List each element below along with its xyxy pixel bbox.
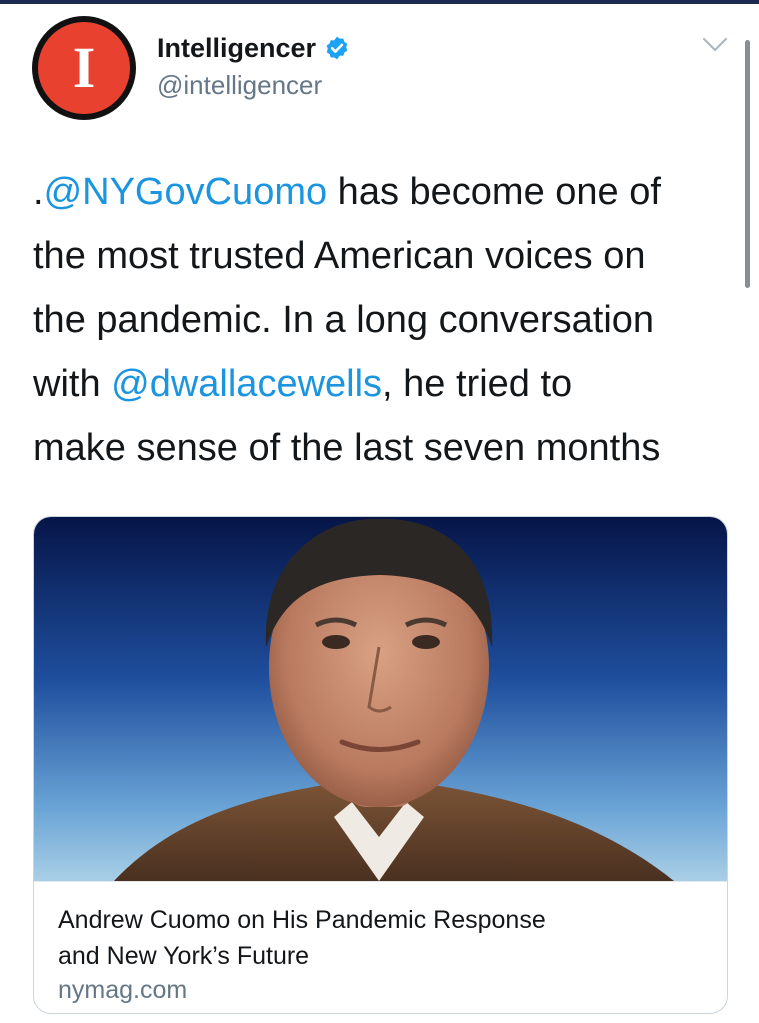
card-body[interactable]: Andrew Cuomo on His Pandemic Response an…: [34, 881, 727, 1013]
link-card[interactable]: Andrew Cuomo on His Pandemic Response an…: [33, 516, 728, 1014]
tweet-text: .@NYGovCuomo has become one of the most t…: [33, 160, 743, 480]
chevron-down-icon[interactable]: [702, 36, 728, 54]
avatar[interactable]: I: [32, 16, 136, 120]
verified-badge-icon: [326, 36, 348, 60]
card-title[interactable]: Andrew Cuomo on His Pandemic Response an…: [58, 902, 698, 974]
card-domain: nymag.com: [58, 976, 188, 1004]
card-image[interactable]: [34, 517, 727, 881]
card-title-line-1: Andrew Cuomo on His Pandemic Response: [58, 906, 546, 934]
tweet-line: make sense of the last seven months: [33, 416, 743, 480]
tweet-text-segment: , he tried to: [382, 363, 573, 405]
author-name-row[interactable]: Intelligencer: [157, 30, 350, 66]
portrait-image: [34, 517, 727, 881]
tweet-text-segment: has become one of: [327, 171, 661, 213]
avatar-letter: I: [72, 35, 96, 100]
tweet-line: with @dwallacewells, he tried to: [33, 352, 743, 416]
tweet-text-segment: the pandemic. In a long conversation: [33, 299, 655, 341]
tweet-text-segment: .: [33, 171, 44, 213]
tweet-text-segment: make sense of the last seven months: [33, 427, 661, 469]
handle[interactable]: @intelligencer: [157, 70, 322, 101]
tweet-text-segment: the most trusted American voices on: [33, 235, 646, 277]
card-title-line-2: and New York’s Future: [58, 942, 310, 970]
tweet-line: .@NYGovCuomo has become one of: [33, 160, 743, 224]
top-divider: [0, 0, 759, 4]
mention-link[interactable]: @NYGovCuomo: [44, 171, 328, 213]
mention-link[interactable]: @dwallacewells: [111, 363, 382, 405]
display-name[interactable]: Intelligencer: [157, 33, 316, 64]
tweet-text-segment: with: [33, 363, 112, 405]
tweet-line: the most trusted American voices on: [33, 224, 743, 288]
tweet-line: the pandemic. In a long conversation: [33, 288, 743, 352]
scrollbar-thumb[interactable]: [745, 40, 750, 288]
avatar-logo: I: [38, 22, 130, 114]
